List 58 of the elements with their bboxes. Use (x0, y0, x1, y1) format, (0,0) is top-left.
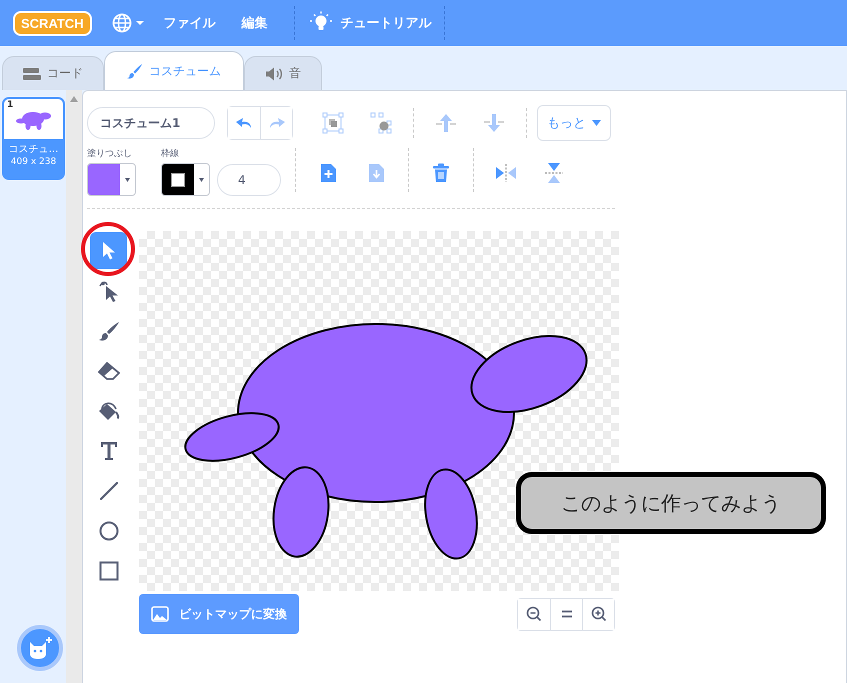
caret-icon (125, 178, 130, 182)
outline-width-field[interactable]: 4 (217, 164, 281, 196)
instruction-callout: このように作ってみよう (516, 472, 826, 534)
select-tool[interactable] (90, 232, 127, 269)
caret-icon (592, 120, 601, 126)
tab[interactable]: 音 (244, 56, 322, 90)
paint-bucket-icon (98, 400, 120, 422)
equals-icon (560, 610, 572, 618)
outline-color-picker[interactable] (161, 163, 210, 196)
choose-costume-button[interactable] (17, 625, 63, 671)
rectangle-icon (98, 560, 118, 580)
costume-size: 409 x 238 (10, 157, 56, 167)
cat-icon (27, 636, 53, 660)
blocks-icon (23, 68, 41, 80)
line-icon (98, 480, 118, 500)
copy-icon (367, 163, 385, 183)
arrow-up-icon (435, 113, 457, 133)
flip-vertical-icon (545, 162, 563, 184)
zoom-out-icon (526, 606, 542, 622)
arrow-down-icon (483, 113, 505, 133)
flip-horizontal-icon (495, 164, 517, 182)
group-icon (322, 112, 344, 134)
tab[interactable]: コスチューム (104, 51, 244, 90)
menu-item[interactable]: 編集 (242, 14, 268, 32)
circle-icon (98, 520, 118, 540)
tutorials-button[interactable]: チュートリアル (308, 11, 432, 35)
fill-label: 塗りつぶし (87, 148, 133, 160)
highlight-circle (81, 222, 135, 276)
costume-number: 1 (7, 100, 14, 110)
scratch-logo[interactable]: SCRATCH (13, 10, 92, 36)
costume-name: コスチュ... (8, 143, 58, 156)
caret-icon (199, 178, 204, 182)
more-button[interactable]: もっと (537, 105, 611, 141)
fill-color-picker[interactable] (87, 163, 136, 196)
trash-icon (432, 163, 450, 183)
brush-icon (98, 320, 120, 340)
costume-name-field[interactable]: コスチューム1 (87, 107, 215, 139)
undo-icon (235, 117, 253, 129)
brush-icon (127, 63, 143, 79)
menu-item[interactable]: ファイル (164, 14, 216, 32)
costume-item[interactable]: 1 コスチュ... 409 x 238 (2, 97, 65, 180)
image-icon (151, 606, 169, 622)
speaker-icon (265, 66, 283, 80)
tab[interactable]: コード (2, 56, 104, 90)
scroll-up-icon[interactable] (70, 96, 78, 102)
redo-icon (268, 117, 286, 129)
reshape-cursor-icon (98, 280, 118, 302)
cursor-icon (100, 240, 116, 260)
globe-icon (112, 13, 146, 33)
ungroup-icon (370, 112, 392, 134)
zoom-in-icon (590, 606, 606, 622)
eraser-icon (98, 362, 120, 380)
outline-label: 枠線 (161, 148, 180, 160)
zoom-in-button[interactable] (582, 598, 614, 630)
paste-icon (319, 163, 337, 183)
language-menu[interactable] (112, 13, 146, 33)
convert-to-bitmap-button[interactable]: ビットマップに変換 (139, 594, 299, 634)
text-tool-icon (100, 440, 118, 460)
